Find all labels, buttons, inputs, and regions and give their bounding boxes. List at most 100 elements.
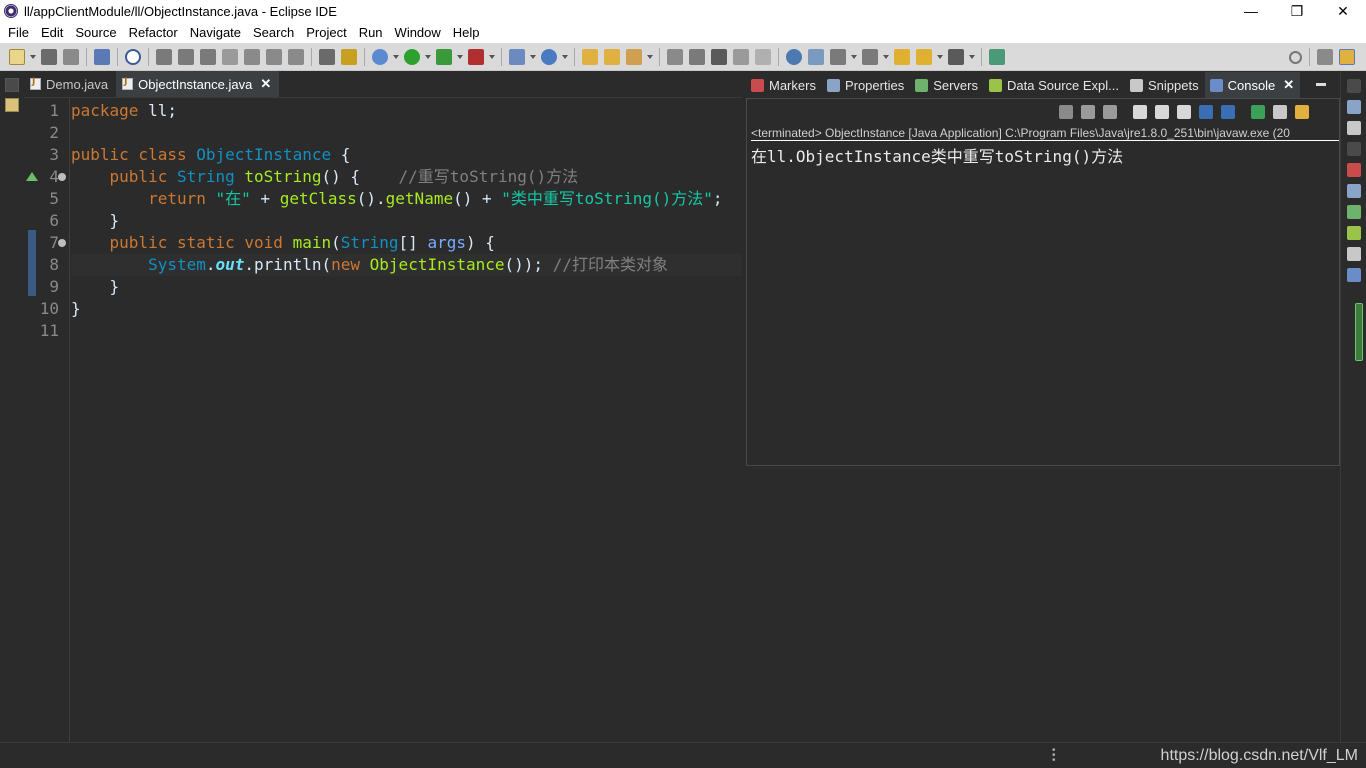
tab-markers[interactable]: Markers (746, 72, 822, 98)
show-whitespace-icon[interactable] (733, 48, 749, 65)
show-on-stdout-icon[interactable] (1199, 105, 1213, 119)
menu-help[interactable]: Help (447, 25, 486, 40)
open-perspective-icon[interactable] (1317, 49, 1333, 65)
run-dropdown-icon[interactable] (425, 54, 431, 59)
open-type-icon[interactable] (582, 48, 598, 65)
tab-servers[interactable]: Servers (910, 72, 984, 98)
close-tab-icon[interactable]: ✕ (260, 76, 271, 92)
tab-data-source-explorer[interactable]: Data Source Expl... (984, 72, 1125, 98)
suspend-icon[interactable] (178, 48, 194, 65)
search-icon[interactable] (1289, 50, 1302, 64)
data-source-icon[interactable] (1347, 226, 1361, 240)
external-tools-dropdown-icon[interactable] (489, 54, 495, 59)
menu-edit[interactable]: Edit (35, 25, 69, 40)
new-dropdown-icon[interactable] (30, 54, 36, 59)
prev-annotation-dropdown-icon[interactable] (883, 54, 889, 59)
use-step-filters-icon[interactable] (341, 48, 357, 65)
toggle-block-selection-icon[interactable] (711, 48, 727, 65)
debug-icon[interactable] (372, 48, 388, 65)
outline-icon[interactable] (1347, 100, 1361, 114)
forward-icon[interactable] (948, 48, 964, 65)
restore-icon[interactable] (5, 78, 19, 92)
menu-source[interactable]: Source (69, 25, 122, 40)
show-on-stderr-icon[interactable] (1221, 105, 1235, 119)
menu-project[interactable]: Project (300, 25, 352, 40)
new-icon[interactable] (9, 48, 25, 65)
fold-toggle-icon[interactable] (58, 173, 66, 181)
restore-icon[interactable] (1347, 79, 1361, 93)
terminate-icon[interactable] (200, 48, 216, 65)
open-task-icon[interactable] (604, 48, 620, 65)
terminate-icon[interactable] (1059, 105, 1073, 119)
new-server-icon[interactable] (509, 48, 525, 65)
new-java-class-icon[interactable] (541, 48, 557, 65)
wizard-icon[interactable] (808, 48, 824, 65)
clear-console-icon[interactable] (1133, 105, 1147, 119)
new-class-dropdown-icon[interactable] (562, 54, 568, 59)
coverage-dropdown-icon[interactable] (457, 54, 463, 59)
word-wrap-icon[interactable] (1177, 105, 1191, 119)
pin-console-icon[interactable] (1251, 105, 1265, 119)
next-annotation-dropdown-icon[interactable] (851, 54, 857, 59)
pilcrow-icon[interactable] (755, 48, 771, 65)
prev-annotation-icon[interactable] (862, 48, 878, 65)
restore-icon[interactable] (1347, 142, 1361, 156)
scroll-lock-icon[interactable] (1155, 105, 1169, 119)
run-icon[interactable] (404, 48, 420, 65)
save-all-icon[interactable] (63, 48, 79, 65)
search-dropdown-icon[interactable] (647, 54, 653, 59)
project-explorer-icon[interactable] (5, 98, 19, 112)
minimize-view-icon[interactable]: ▬ (1316, 78, 1326, 89)
snippets-icon[interactable] (1347, 247, 1361, 261)
console-output[interactable]: 在ll.ObjectInstance类中重写toString()方法 (751, 143, 1123, 167)
coverage-icon[interactable] (436, 48, 452, 65)
remove-all-terminated-icon[interactable] (1103, 105, 1117, 119)
skip-breakpoints-icon[interactable] (125, 48, 141, 65)
menu-window[interactable]: Window (389, 25, 447, 40)
status-grip-icon[interactable]: • • • (1052, 746, 1056, 766)
overview-ruler-thumb[interactable] (1355, 303, 1363, 361)
back-icon[interactable] (916, 48, 932, 65)
step-into-icon[interactable] (244, 48, 260, 65)
new-server-dropdown-icon[interactable] (530, 54, 536, 59)
tab-console[interactable]: Console ✕ (1204, 72, 1301, 98)
console-icon[interactable] (1347, 268, 1361, 282)
tab-snippets[interactable]: Snippets (1125, 72, 1205, 98)
resume-icon[interactable] (156, 48, 172, 65)
next-annotation-icon[interactable] (830, 48, 846, 65)
tab-demo-java[interactable]: Demo.java (24, 71, 116, 97)
menu-refactor[interactable]: Refactor (123, 25, 184, 40)
task-list-icon[interactable] (1347, 121, 1361, 135)
last-edit-location-icon[interactable] (894, 48, 910, 65)
markers-icon[interactable] (1347, 163, 1361, 177)
toggle-mark-occurrences-icon[interactable] (667, 48, 683, 65)
minimize-button[interactable]: — (1228, 0, 1274, 22)
step-over-icon[interactable] (266, 48, 282, 65)
tab-properties[interactable]: Properties (822, 72, 910, 98)
external-tools-icon[interactable] (468, 48, 484, 65)
save-icon[interactable] (41, 48, 57, 65)
forward-dropdown-icon[interactable] (969, 54, 975, 59)
tab-objectinstance-java[interactable]: ObjectInstance.java ✕ (116, 71, 280, 97)
properties-icon[interactable] (1347, 184, 1361, 198)
fold-toggle-icon[interactable] (58, 239, 66, 247)
servers-icon[interactable] (1347, 205, 1361, 219)
menu-navigate[interactable]: Navigate (184, 25, 247, 40)
step-return-icon[interactable] (288, 48, 304, 65)
close-tab-icon[interactable]: ✕ (1283, 77, 1294, 93)
maximize-button[interactable]: ❐ (1274, 0, 1320, 22)
disconnect-icon[interactable] (222, 48, 238, 65)
menu-search[interactable]: Search (247, 25, 300, 40)
remove-launch-icon[interactable] (1081, 105, 1095, 119)
menu-run[interactable]: Run (353, 25, 389, 40)
toggle-word-wrap-icon[interactable] (689, 48, 705, 65)
display-console-icon[interactable] (1273, 105, 1287, 119)
web-browser-icon[interactable] (786, 48, 802, 65)
open-console-icon[interactable] (1295, 105, 1309, 119)
search-tool-icon[interactable] (626, 48, 642, 65)
override-marker-icon[interactable] (26, 172, 38, 181)
code-text[interactable]: package ll; public class ObjectInstance … (70, 98, 742, 742)
code-editor[interactable]: 1 2 3 4 5 6 7 8 9 10 11 package ll; publ… (24, 98, 742, 742)
console-view[interactable]: <terminated> ObjectInstance [Java Applic… (746, 98, 1340, 466)
back-dropdown-icon[interactable] (937, 54, 943, 59)
